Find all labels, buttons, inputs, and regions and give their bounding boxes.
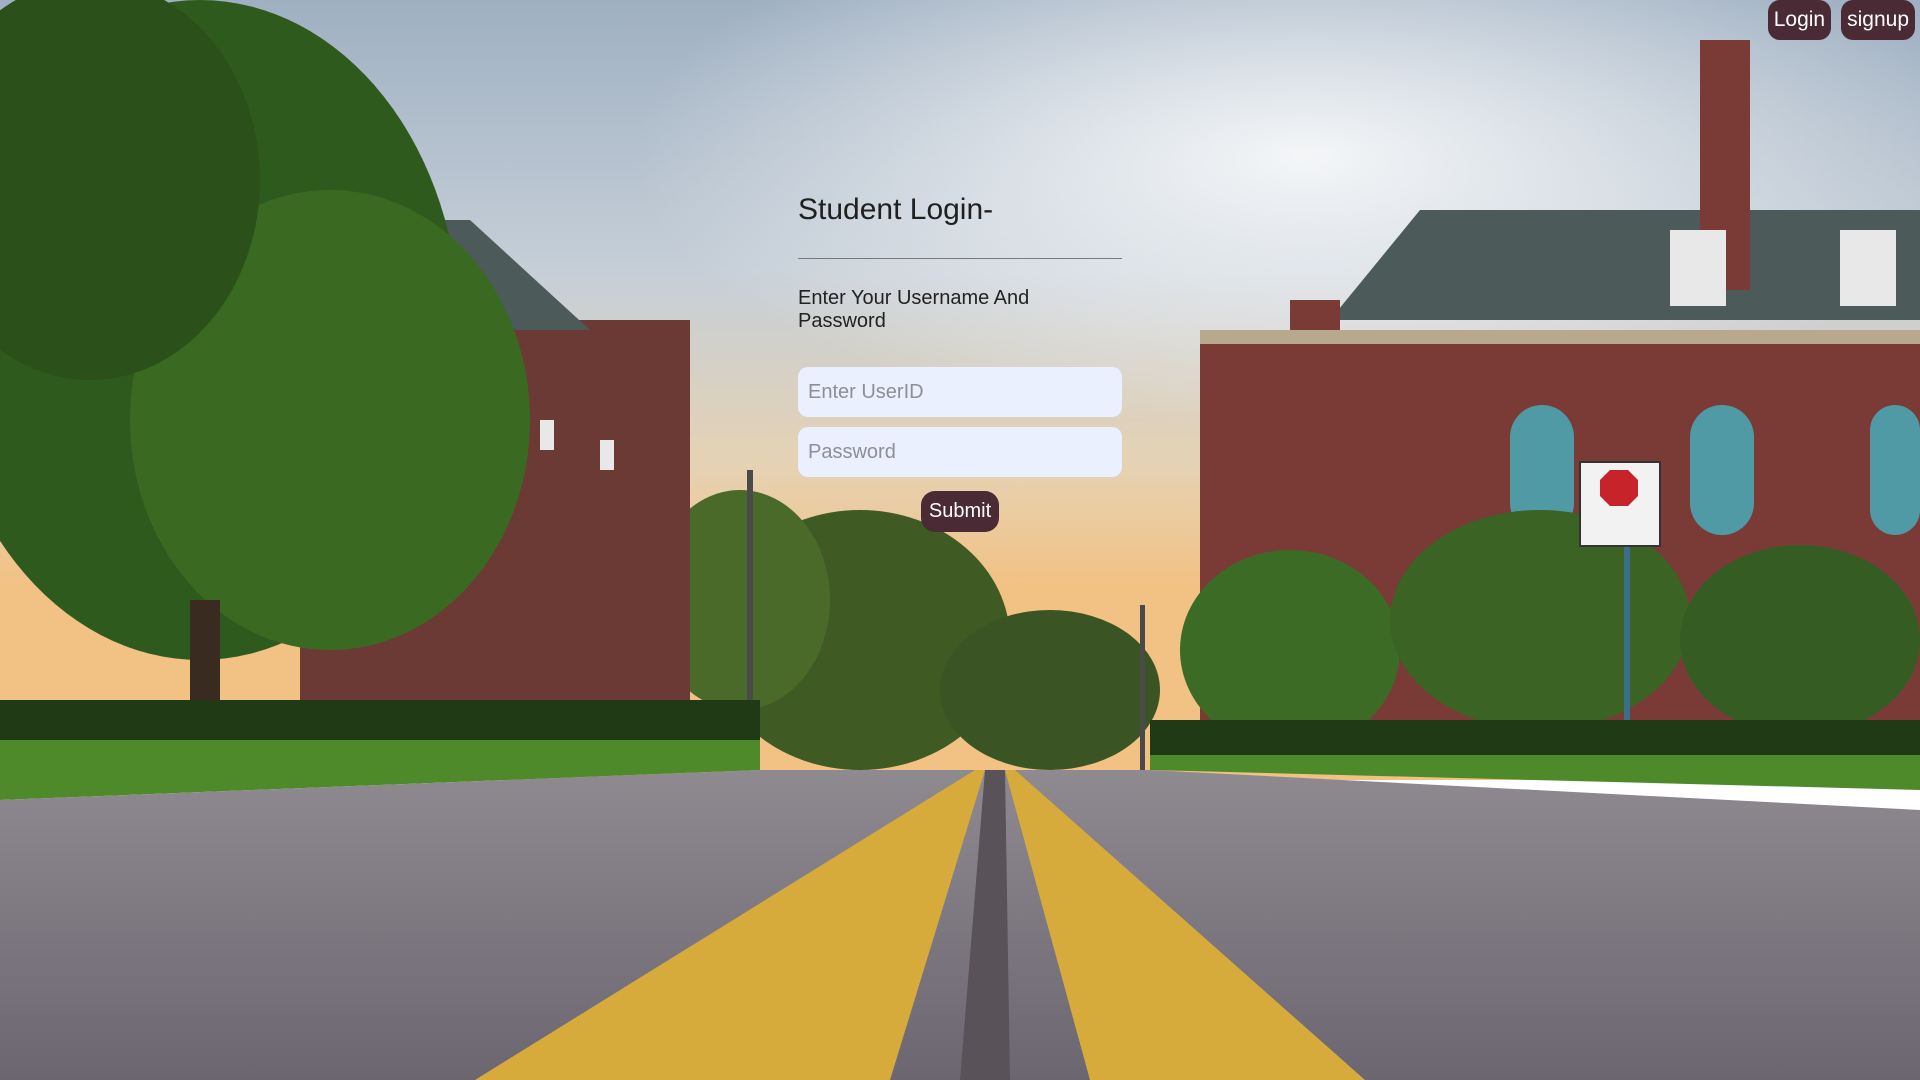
- signup-nav-button[interactable]: signup: [1841, 0, 1915, 40]
- login-instructions: Enter Your Username And Password: [798, 287, 1030, 332]
- campus-street-background: [0, 0, 1920, 1080]
- login-nav-button[interactable]: Login: [1767, 0, 1832, 40]
- submit-button[interactable]: Submit: [920, 491, 1000, 532]
- password-input[interactable]: [798, 427, 1122, 477]
- userid-input[interactable]: [798, 367, 1122, 417]
- top-nav: Login signup: [1767, 0, 1920, 40]
- submit-row: Submit: [798, 491, 1122, 532]
- page-title: Student Login-: [798, 193, 994, 226]
- login-panel: Student Login- Enter Your Username And P…: [798, 185, 1122, 532]
- title-divider: [798, 258, 1122, 259]
